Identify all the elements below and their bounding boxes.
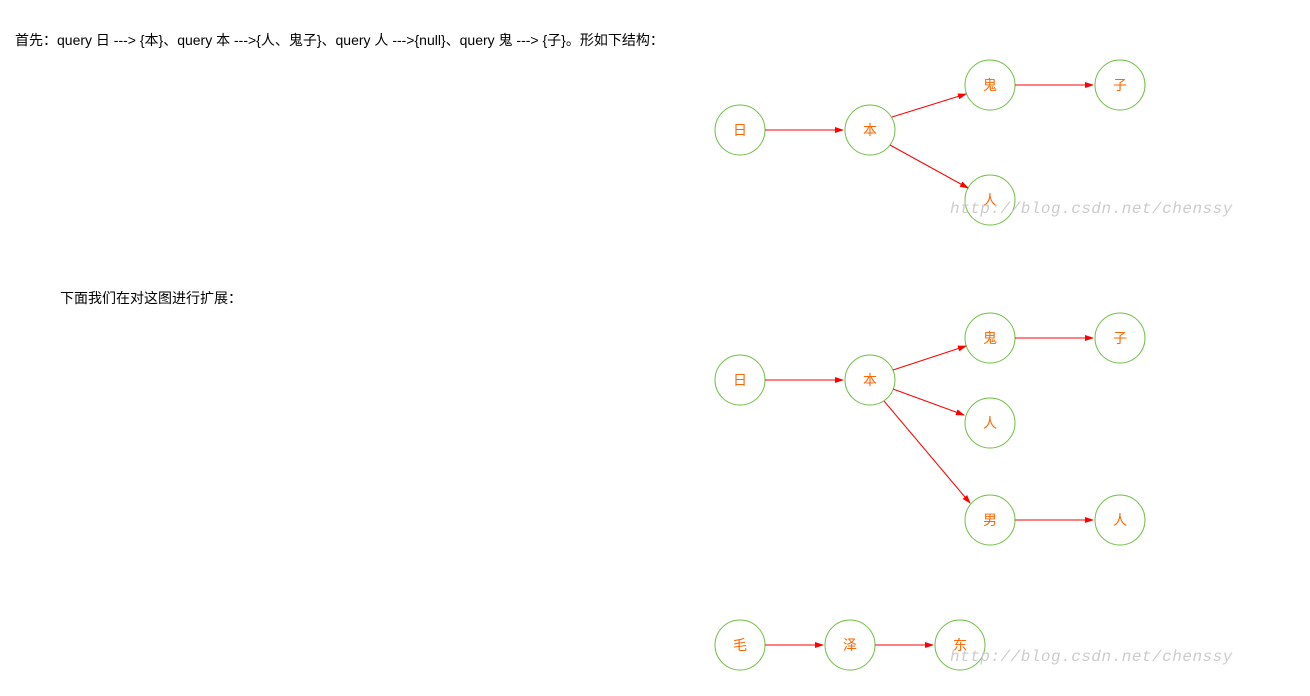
node-zi-label: 子 [1113,77,1127,93]
intro-text-2: 下面我们在对这图进行扩展： [60,288,242,308]
edge-ben-ren [890,145,968,188]
node-ri-label: 日 [733,122,747,138]
node2-nan-label: 男 [983,512,997,528]
node2-zi-label: 子 [1113,330,1127,346]
diagram-2: 日 本 鬼 子 人 男 人 毛 泽 东 [700,305,1260,690]
node2-gui-label: 鬼 [983,330,997,346]
edge2-ben-nan [884,401,970,503]
intro-text-1: 首先：query 日 ---> {本}、query 本 --->{人、鬼子}、q… [15,30,664,50]
node2-mao-label: 毛 [733,637,747,653]
node-gui-label: 鬼 [983,77,997,93]
edge2-ben-ren [893,389,964,415]
edge-ben-gui [892,94,966,117]
node-ben-label: 本 [863,122,877,138]
watermark-2: http://blog.csdn.net/chenssy [950,648,1233,666]
edge2-ben-gui [893,346,966,370]
node2-ben-label: 本 [863,372,877,388]
node2-ri-label: 日 [733,372,747,388]
watermark-1: http://blog.csdn.net/chenssy [950,200,1233,218]
node2-ren2-label: 人 [1113,512,1127,528]
node2-ren-label: 人 [983,415,997,431]
node2-ze-label: 泽 [843,637,857,653]
